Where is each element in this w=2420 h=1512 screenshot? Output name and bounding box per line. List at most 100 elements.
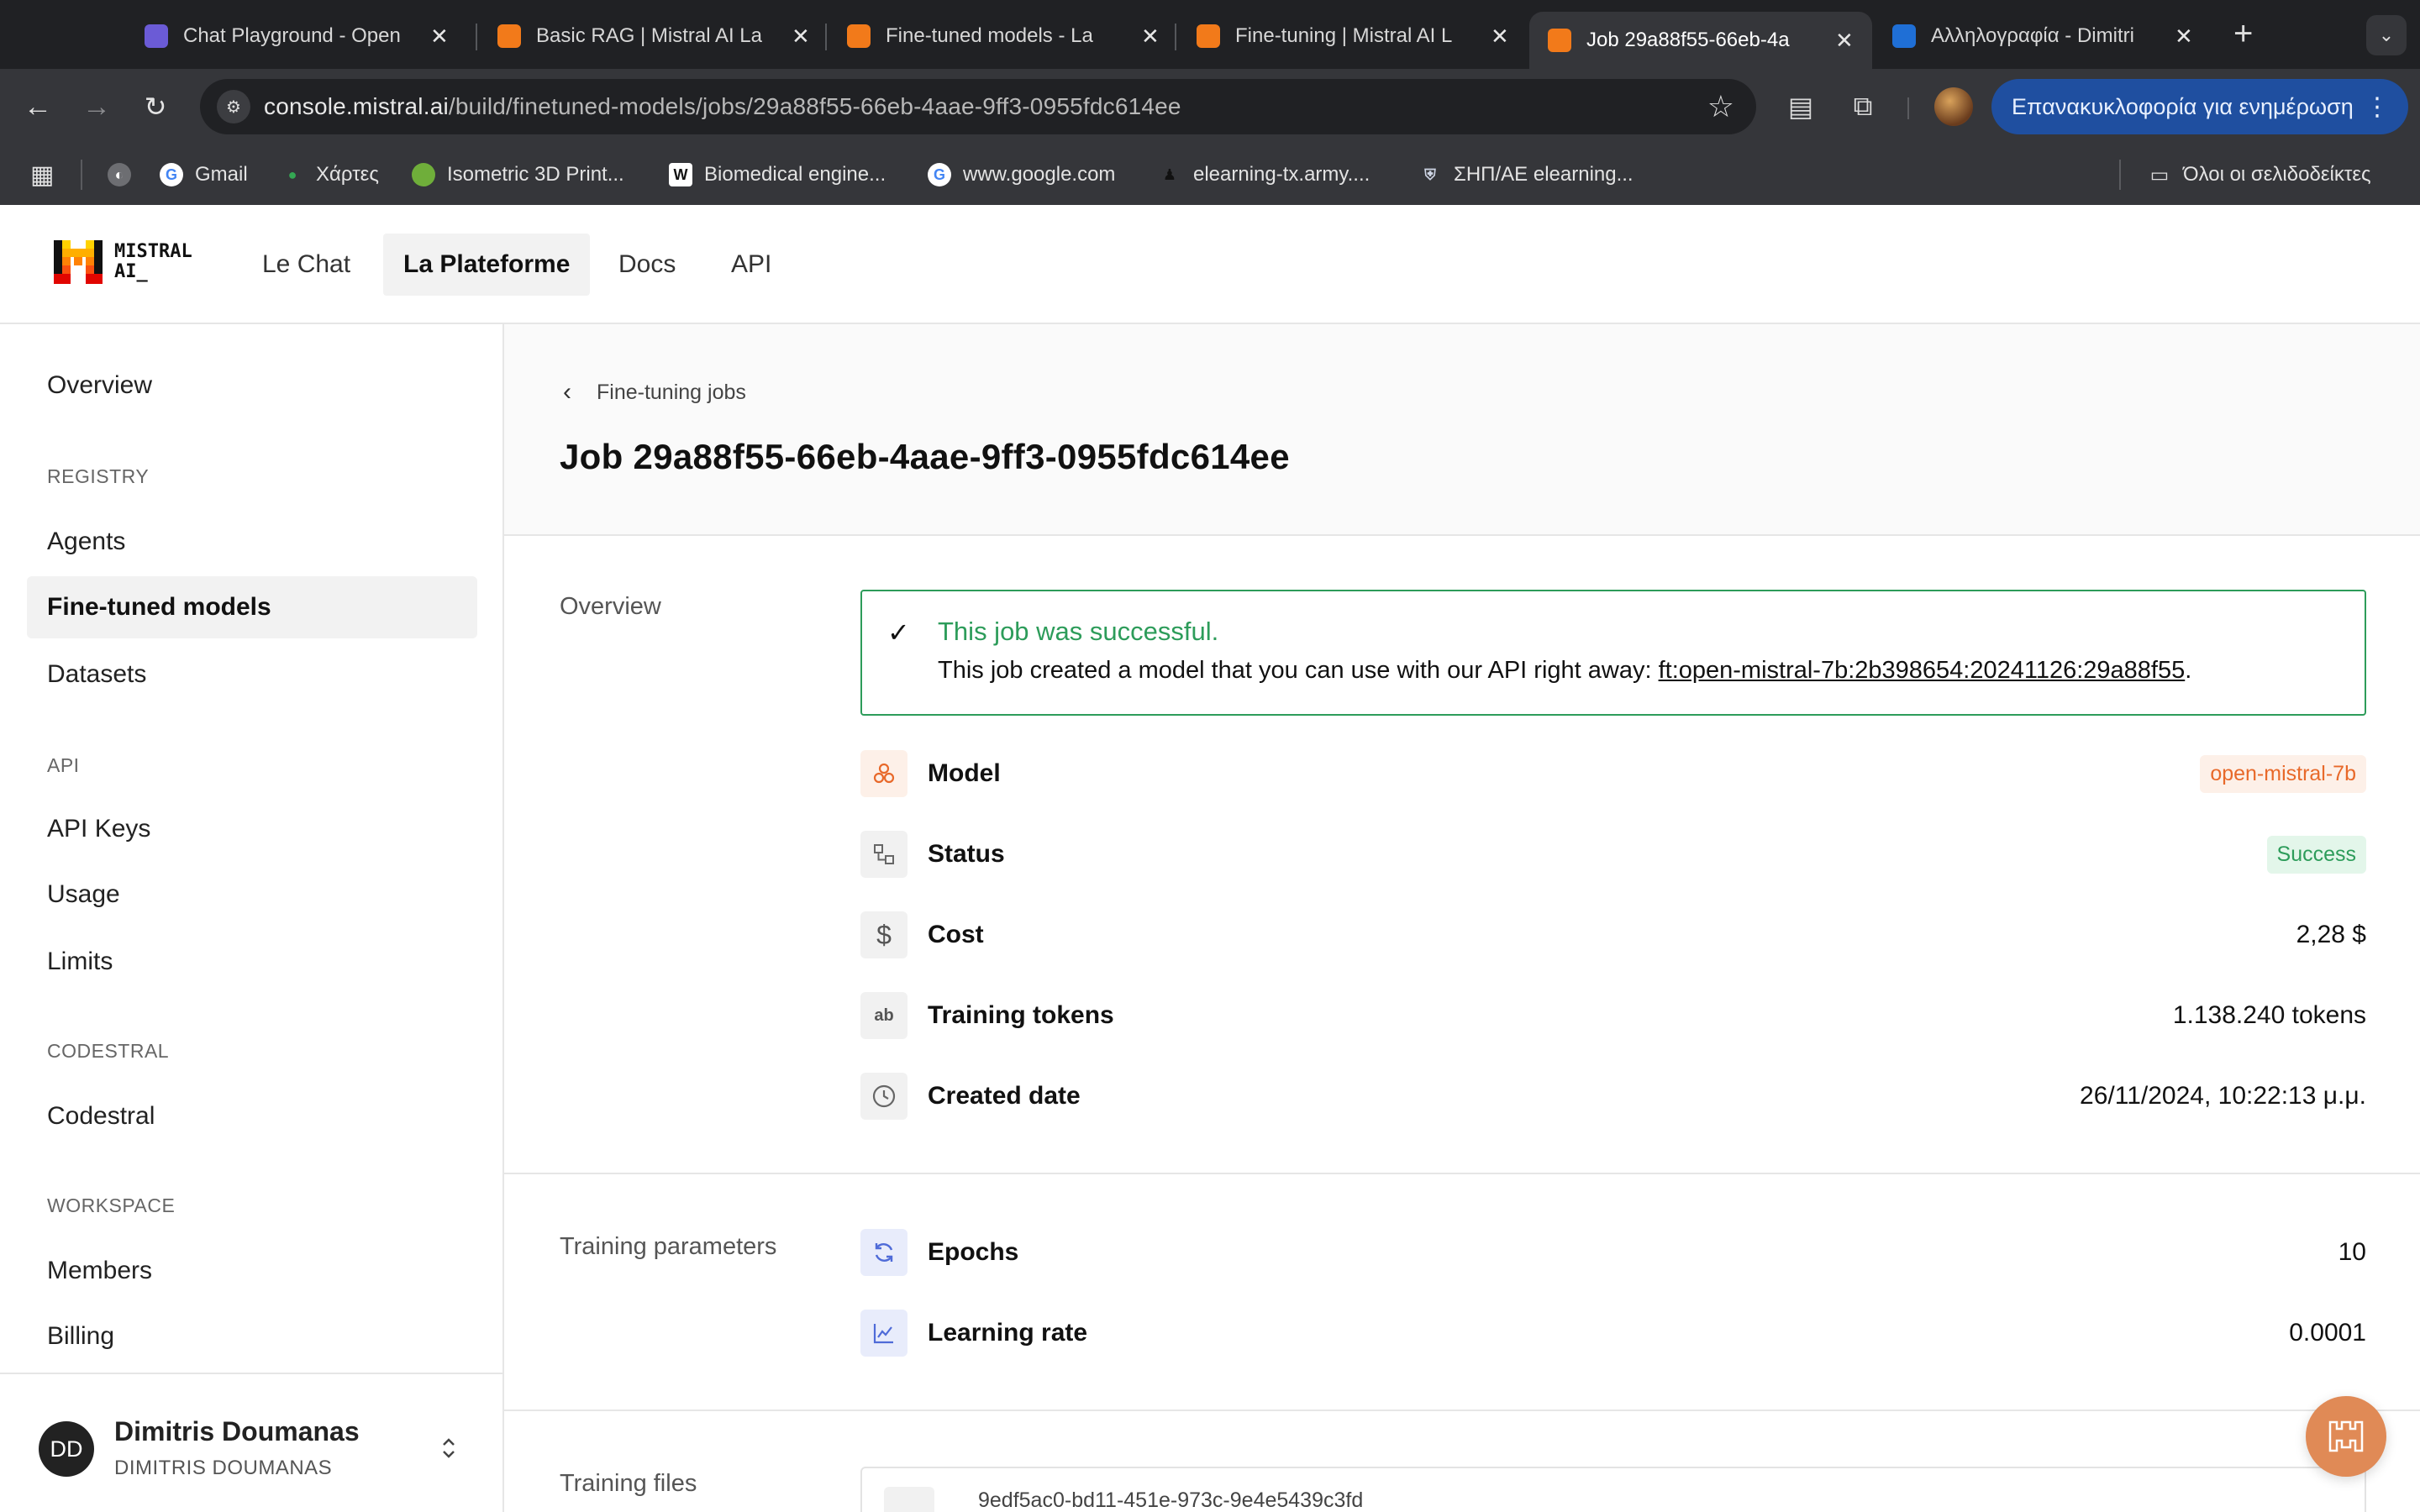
maps-pin-icon: ● bbox=[287, 165, 297, 183]
breadcrumb[interactable]: ‹ Fine-tuning jobs bbox=[563, 378, 746, 407]
avatar: DD bbox=[39, 1421, 94, 1477]
success-title: This job was successful. bbox=[938, 617, 1219, 646]
sidebar-item-usage[interactable]: Usage bbox=[27, 864, 477, 926]
sidebar-item-finetuned-models[interactable]: Fine-tuned models bbox=[27, 576, 477, 638]
tab-divider bbox=[825, 24, 827, 50]
toolbar-divider bbox=[1907, 97, 1909, 119]
more-menu-icon[interactable]: ⋮ bbox=[2365, 92, 2390, 122]
tab-title: Fine-tuned models - La bbox=[886, 24, 1093, 47]
browser-chrome: Chat Playground - Open ✕ Basic RAG | Mis… bbox=[0, 0, 2420, 205]
nav-docs[interactable]: Docs bbox=[598, 234, 696, 296]
site-header: MISTRAL AI_ Le Chat La Plateforme Docs A… bbox=[0, 205, 2420, 324]
logo-line-2: AI_ bbox=[114, 261, 148, 282]
close-tab-icon[interactable]: ✕ bbox=[1491, 24, 1509, 50]
google-icon: G bbox=[160, 163, 183, 186]
tab-title: Chat Playground - Open bbox=[183, 24, 401, 47]
sidebar-item-overview[interactable]: Overview bbox=[27, 354, 477, 417]
status-badge: Success bbox=[2266, 835, 2366, 874]
bookmark-gmail[interactable]: G Gmail bbox=[160, 161, 248, 188]
section-label-training-parameters: Training parameters bbox=[560, 1233, 777, 1260]
reload-icon[interactable]: ↻ bbox=[138, 89, 173, 124]
mistral-logo[interactable]: MISTRAL AI_ bbox=[54, 240, 192, 284]
nav-le-chat[interactable]: Le Chat bbox=[242, 234, 371, 296]
profile-avatar[interactable] bbox=[1934, 87, 1973, 126]
tab-outlook[interactable]: Αλληλογραφία - Dimitri ✕ bbox=[1874, 12, 2212, 60]
globe-bookmark-icon[interactable]: ◐ bbox=[108, 161, 143, 188]
openai-favicon-icon bbox=[145, 24, 168, 48]
tab-search-button[interactable]: ⌄ bbox=[2366, 15, 2407, 55]
sidebar-item-agents[interactable]: Agents bbox=[27, 511, 477, 573]
model-badge: open-mistral-7b bbox=[2200, 754, 2366, 793]
bookmark-isometric[interactable]: Isometric 3D Print... bbox=[412, 161, 624, 188]
sidebar-item-api-keys[interactable]: API Keys bbox=[27, 798, 477, 860]
sidebar-item-datasets[interactable]: Datasets bbox=[27, 643, 477, 706]
address-bar[interactable]: ⚙ console.mistral.ai/build/finetuned-mod… bbox=[200, 79, 1756, 134]
close-tab-icon[interactable]: ✕ bbox=[1141, 24, 1160, 50]
bookmark-label: www.google.com bbox=[963, 163, 1116, 186]
model-id-link[interactable]: ft:open-mistral-7b:2b398654:20241126:29a… bbox=[1659, 657, 2186, 684]
relaunch-update-button[interactable]: Επανακυκλοφορία για ενημέρωση ⋮ bbox=[1991, 79, 2408, 134]
refresh-cycle-icon bbox=[860, 1229, 908, 1276]
bookmark-shp-elearning[interactable]: ⛨ ΣΗΠ/ΑΕ elearning... bbox=[1418, 161, 1633, 188]
tab-chat-playground[interactable]: Chat Playground - Open ✕ bbox=[126, 12, 467, 60]
bookmark-biomedical[interactable]: W Biomedical engine... bbox=[669, 161, 886, 188]
sidebar-item-members[interactable]: Members bbox=[27, 1240, 477, 1302]
apps-grid-icon[interactable]: ▦ bbox=[30, 161, 54, 189]
mistral-help-icon bbox=[2328, 1420, 2364, 1452]
detail-row-cost: $ Cost 2,28 $ bbox=[860, 911, 2366, 959]
check-icon: ✓ bbox=[887, 617, 910, 648]
nav-la-plateforme[interactable]: La Plateforme bbox=[383, 234, 591, 296]
created-date-value: 26/11/2024, 10:22:13 μ.μ. bbox=[2080, 1082, 2366, 1110]
close-tab-icon[interactable]: ✕ bbox=[2175, 24, 2193, 50]
bookmark-elearning-army[interactable]: ♟ elearning-tx.army.... bbox=[1158, 161, 1370, 188]
back-arrow-icon[interactable]: ← bbox=[20, 89, 55, 124]
mistral-favicon-icon bbox=[497, 24, 521, 48]
help-chat-button[interactable] bbox=[2306, 1396, 2386, 1477]
tab-finetuned-models[interactable]: Fine-tuned models - La ✕ bbox=[829, 12, 1178, 60]
learning-rate-label: Learning rate bbox=[928, 1319, 1088, 1347]
success-description: This job created a model that you can us… bbox=[938, 657, 2191, 685]
epochs-label: Epochs bbox=[928, 1238, 1019, 1266]
extensions-icon[interactable]: ⧉ bbox=[1844, 87, 1882, 126]
mistral-favicon-icon bbox=[847, 24, 871, 48]
bookmark-label: Biomedical engine... bbox=[704, 163, 886, 186]
sidebar-section-codestral: CODESTRAL bbox=[47, 1040, 170, 1062]
shield-icon: ⛨ bbox=[1424, 165, 1436, 183]
tokens-icon: ab bbox=[860, 992, 908, 1039]
success-alert: ✓ This job was successful. This job crea… bbox=[860, 590, 2366, 716]
bookmark-star-icon[interactable]: ☆ bbox=[1707, 89, 1734, 124]
mistral-favicon-icon bbox=[1197, 24, 1220, 48]
close-tab-icon[interactable]: ✕ bbox=[430, 24, 449, 50]
tab-finetuning-docs[interactable]: Fine-tuning | Mistral AI L ✕ bbox=[1178, 12, 1528, 60]
browser-toolbar: ← → ↻ ⚙ console.mistral.ai/build/finetun… bbox=[0, 69, 2420, 144]
sidebar-section-registry: REGISTRY bbox=[47, 465, 150, 487]
outlook-favicon-icon bbox=[1892, 24, 1916, 48]
bookmark-google[interactable]: Gwww.google.com bbox=[928, 161, 1115, 188]
bookmarks-bar: ▦ ◐ G Gmail ● Χάρτες Isometric 3D Print...… bbox=[0, 144, 2420, 205]
reading-list-icon[interactable]: ▤ bbox=[1781, 87, 1820, 126]
param-row-learning-rate: Learning rate 0.0001 bbox=[860, 1309, 2366, 1357]
all-bookmarks-folder[interactable]: ▭ Όλοι οι σελιδοδείκτες bbox=[2148, 161, 2371, 188]
sidebar-item-codestral[interactable]: Codestral bbox=[27, 1085, 477, 1147]
tab-basic-rag[interactable]: Basic RAG | Mistral AI La ✕ bbox=[479, 12, 829, 60]
success-period: . bbox=[2185, 657, 2192, 684]
bookmark-divider bbox=[2119, 160, 2121, 190]
tab-job-active[interactable]: Job 29a88f55-66eb-4a ✕ bbox=[1529, 12, 1872, 69]
chevron-up-down-icon[interactable] bbox=[440, 1435, 457, 1467]
section-divider bbox=[504, 1173, 2420, 1174]
sidebar-item-limits[interactable]: Limits bbox=[27, 931, 477, 993]
success-text: This job created a model that you can us… bbox=[938, 657, 1659, 684]
breadcrumb-fine-tuning-jobs[interactable]: Fine-tuning jobs bbox=[597, 381, 746, 405]
close-tab-icon[interactable]: ✕ bbox=[1835, 28, 1854, 54]
forward-arrow-icon[interactable]: → bbox=[79, 89, 114, 124]
close-tab-icon[interactable]: ✕ bbox=[792, 24, 810, 50]
sidebar-item-billing[interactable]: Billing bbox=[27, 1305, 477, 1368]
new-tab-button[interactable]: + bbox=[2233, 15, 2253, 53]
bookmark-maps[interactable]: ● Χάρτες bbox=[281, 161, 379, 188]
nav-api[interactable]: API bbox=[711, 234, 792, 296]
model-icon bbox=[860, 750, 908, 797]
site-info-icon[interactable]: ⚙ bbox=[217, 90, 250, 123]
mistral-favicon-icon bbox=[1548, 29, 1571, 52]
training-file-card[interactable]: 9edf5ac0-bd11-451e-973c-9e4e5439c3fd bbox=[860, 1467, 2366, 1512]
user-menu[interactable]: DD Dimitris Doumanas DIMITRIS DOUMANAS bbox=[0, 1373, 502, 1512]
